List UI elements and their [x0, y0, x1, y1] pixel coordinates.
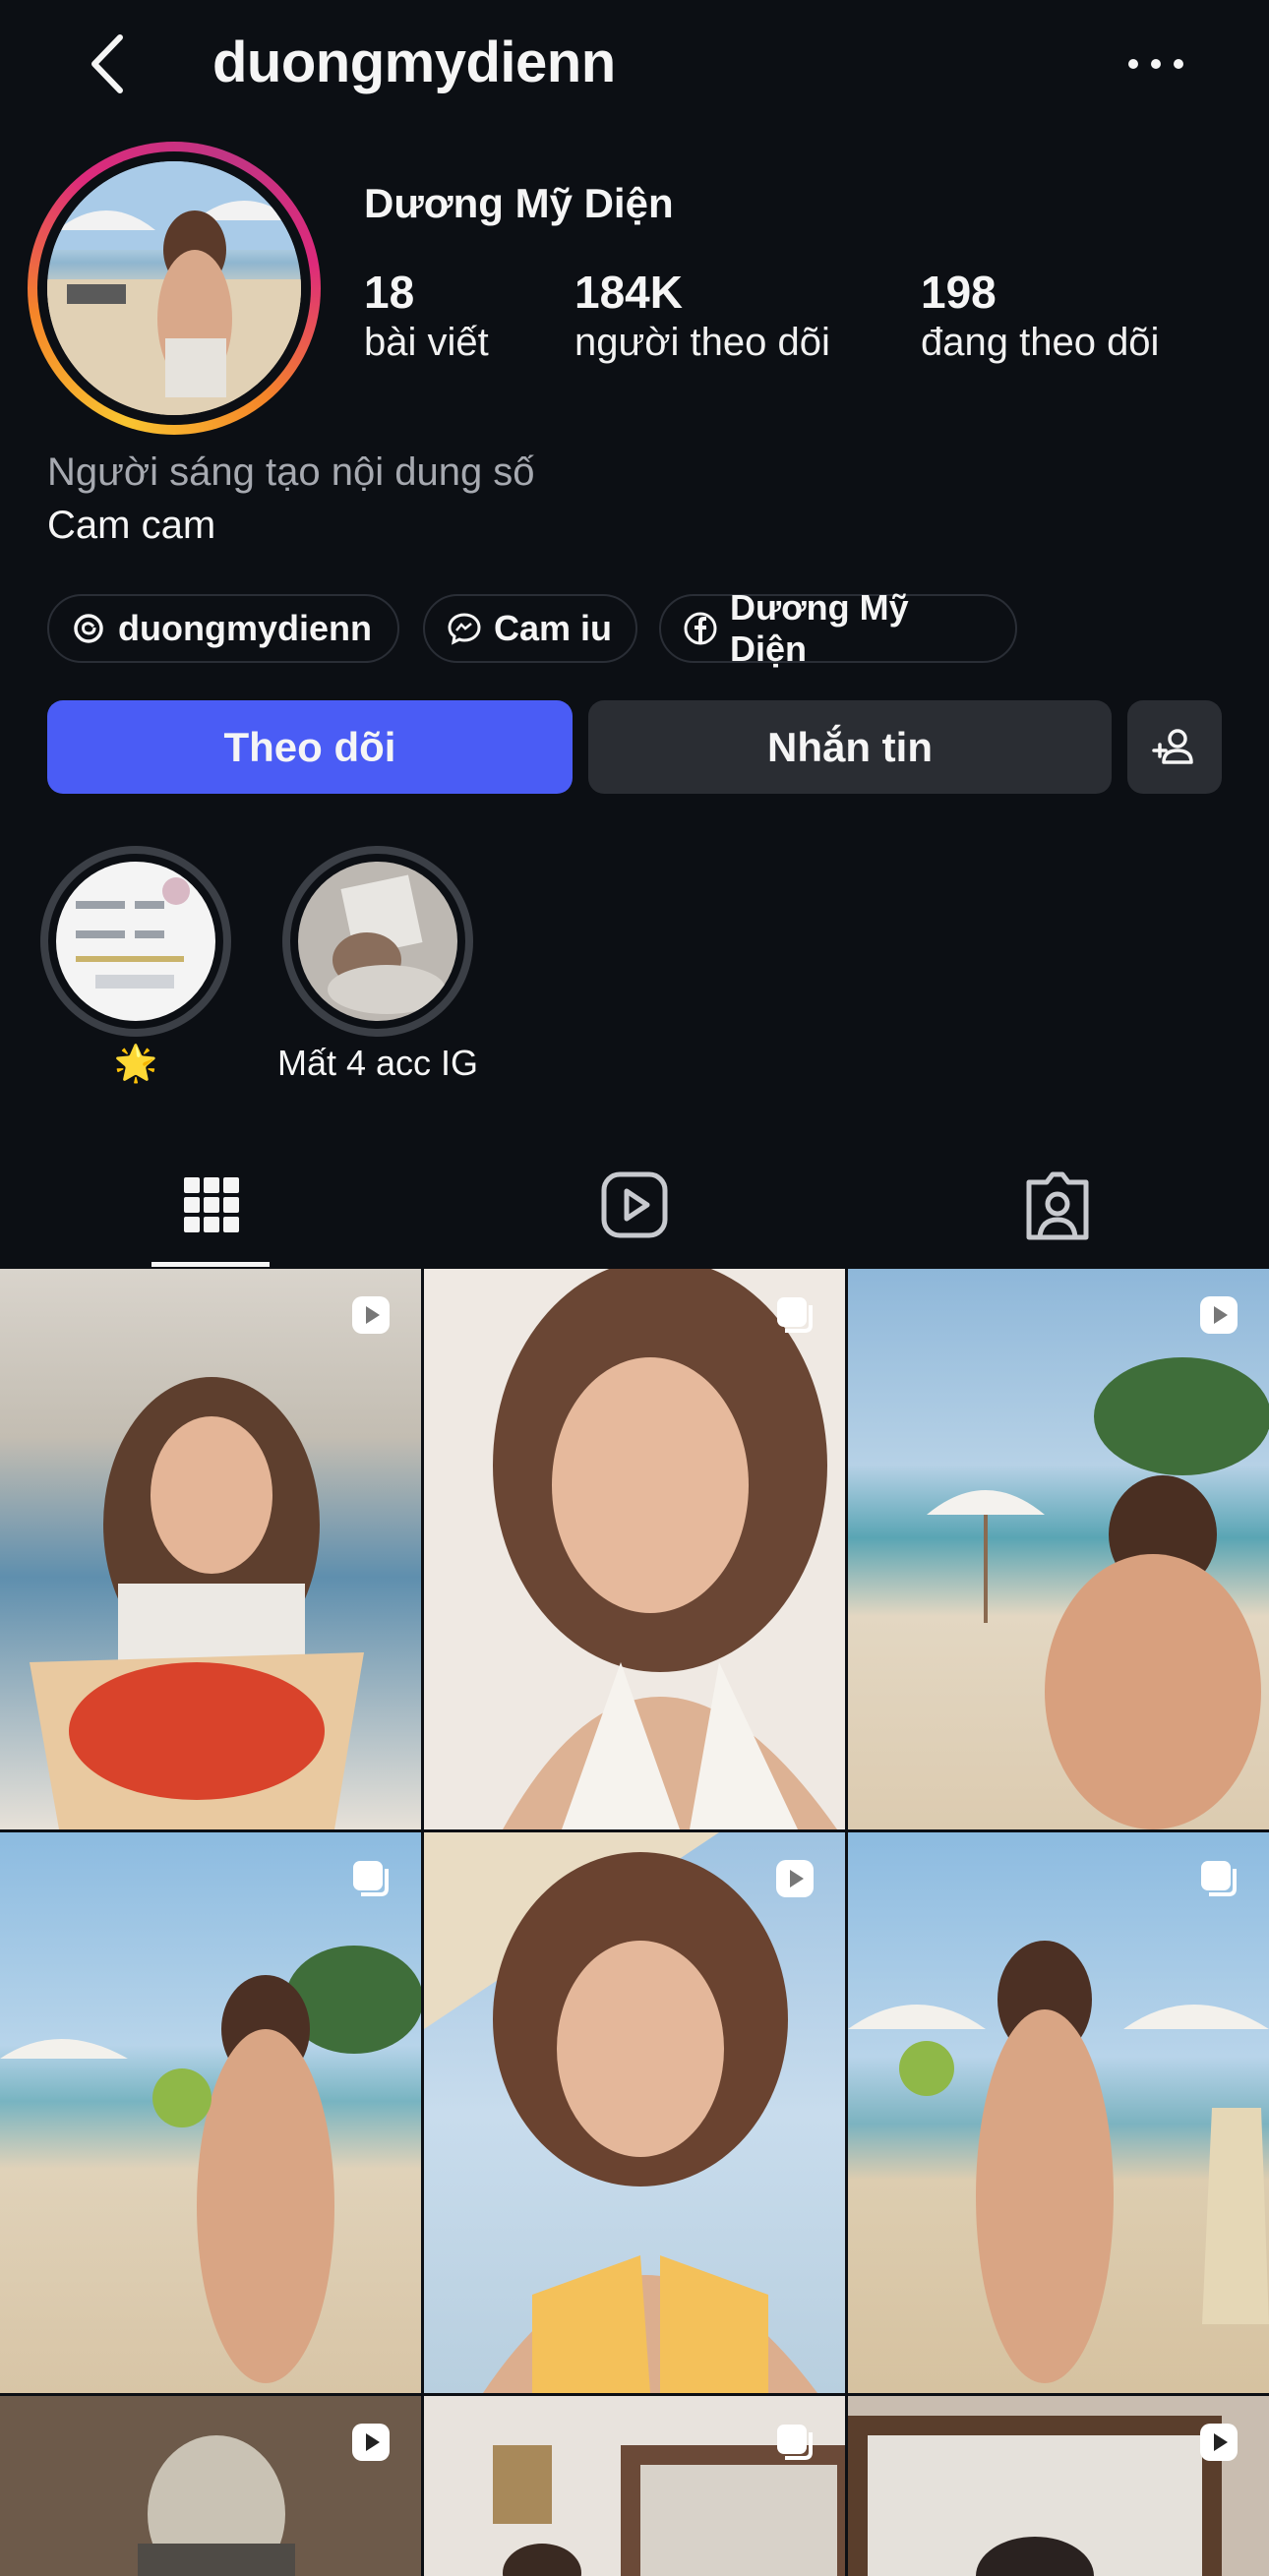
threads-link-chip[interactable]: duongmydienn	[47, 594, 399, 663]
posts-label[interactable]: bài viết	[364, 321, 489, 365]
reel-badge-icon	[1200, 1296, 1238, 1334]
carousel-badge-icon	[353, 1861, 389, 1896]
reel-badge-icon	[776, 1860, 814, 1897]
reels-icon[interactable]	[590, 1161, 679, 1249]
messenger-icon	[448, 613, 481, 645]
following-label[interactable]: đang theo dõi	[921, 321, 1159, 365]
post-tile[interactable]	[0, 1269, 421, 1829]
messenger-link-label: Cam iu	[494, 608, 613, 648]
followers-count[interactable]: 184K	[574, 266, 683, 319]
profile-username-title: duongmydienn	[212, 30, 616, 94]
facebook-link-label: Dương Mỹ Diện	[730, 587, 909, 669]
carousel-badge-icon	[1201, 1861, 1237, 1896]
post-tile[interactable]	[424, 1269, 845, 1829]
threads-icon	[74, 614, 103, 643]
facebook-icon	[684, 612, 717, 645]
highlight-1-cover[interactable]	[56, 862, 215, 1021]
posts-count[interactable]: 18	[364, 266, 414, 319]
carousel-badge-icon	[777, 1297, 813, 1333]
message-button[interactable]: Nhắn tin	[588, 700, 1112, 794]
post-tile[interactable]	[424, 1832, 845, 2393]
more-options-icon[interactable]	[1121, 49, 1190, 79]
avatar[interactable]	[47, 161, 301, 415]
highlight-2-cover[interactable]	[298, 862, 457, 1021]
tagged-icon[interactable]	[1013, 1161, 1102, 1249]
post-tile[interactable]	[848, 1832, 1269, 2393]
threads-link-label: duongmydienn	[118, 608, 372, 648]
carousel-badge-icon	[777, 2425, 813, 2460]
reel-badge-icon	[352, 2424, 390, 2461]
messenger-link-chip[interactable]: Cam iu	[423, 594, 637, 663]
back-icon[interactable]	[79, 30, 138, 98]
post-tile[interactable]	[0, 1832, 421, 2393]
grid-icon[interactable]	[167, 1161, 256, 1249]
reel-badge-icon	[1200, 2424, 1238, 2461]
follow-button[interactable]: Theo dõi	[47, 700, 573, 794]
suggest-people-button[interactable]	[1127, 700, 1222, 794]
profile-bio: Cam cam	[47, 504, 216, 547]
reel-badge-icon	[352, 1296, 390, 1334]
active-tab-indicator	[151, 1262, 270, 1267]
profile-category: Người sáng tạo nội dung số	[47, 450, 535, 494]
highlight-2-label: Mất 4 acc IG	[276, 1043, 479, 1083]
post-tile[interactable]	[848, 1269, 1269, 1829]
facebook-link-chip[interactable]: Dương Mỹ Diện	[659, 587, 1017, 669]
followers-label[interactable]: người theo dõi	[574, 321, 830, 365]
following-count[interactable]: 198	[921, 266, 997, 319]
add-person-icon	[1152, 728, 1193, 764]
full-name: Dương Mỹ Diện	[364, 180, 674, 226]
